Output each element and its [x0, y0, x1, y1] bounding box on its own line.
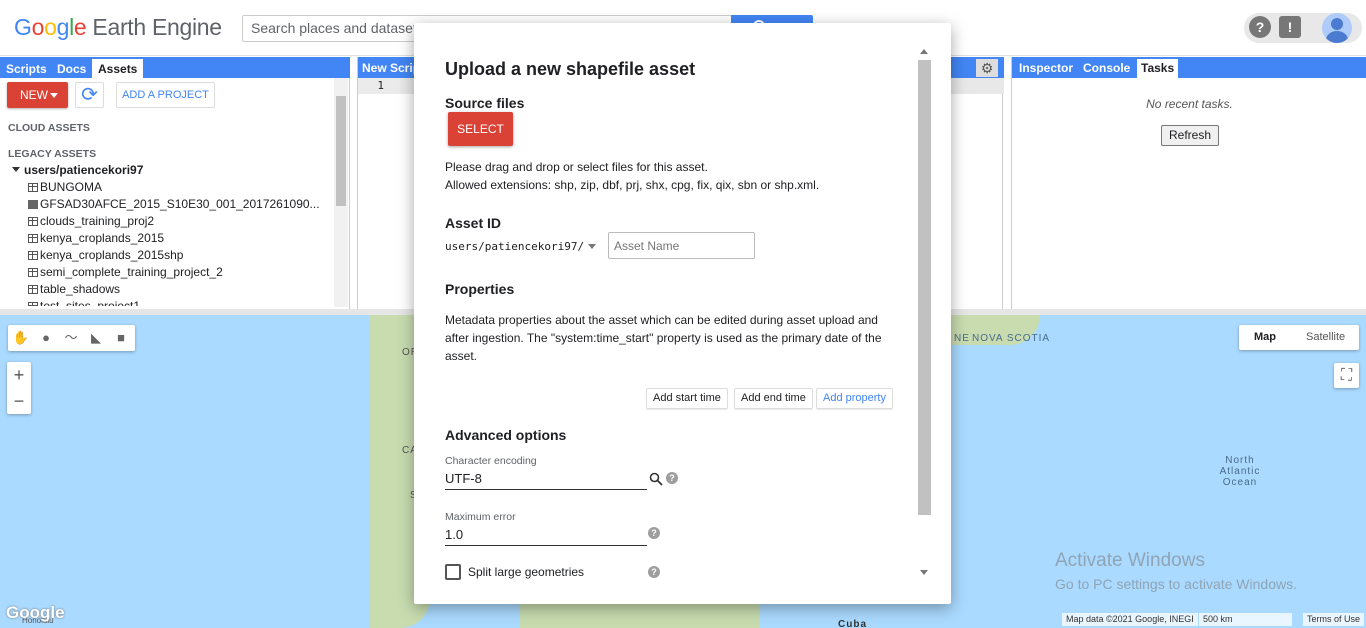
char-encoding-field[interactable]: UTF-8 [445, 471, 647, 490]
line-icon[interactable]: 〜 [62, 329, 80, 347]
allowed-extensions-text: Allowed extensions: shp, zip, dbf, prj, … [445, 178, 820, 192]
upload-shapefile-dialog: Upload a new shapefile asset Source file… [414, 23, 951, 604]
table-icon [28, 268, 38, 277]
avatar[interactable] [1322, 13, 1352, 43]
earth-engine-logo[interactable]: Google Earth Engine [14, 14, 222, 41]
hand-icon[interactable]: ✋ [12, 329, 30, 347]
properties-description: Metadata properties about the asset whic… [445, 313, 882, 363]
map-label-north-atlantic: North Atlantic Ocean [1219, 455, 1261, 488]
tab-assets[interactable]: Assets [92, 59, 144, 78]
table-icon [28, 251, 38, 260]
list-item[interactable]: test_sites_project1 [28, 299, 328, 306]
list-item[interactable]: BUNGOMA [28, 180, 328, 197]
marker-icon[interactable]: ● [37, 329, 55, 347]
asset-list: BUNGOMA GFSAD30AFCE_2015_S10E30_001_2017… [28, 180, 328, 306]
list-item[interactable]: semi_complete_training_project_2 [28, 265, 328, 282]
scroll-up-icon[interactable] [920, 49, 928, 54]
legacy-assets-label: LEGACY ASSETS [8, 148, 97, 160]
tasks-panel: Inspector Console Tasks No recent tasks.… [1011, 57, 1366, 309]
left-tabbar: Scripts Docs Assets [0, 57, 350, 78]
refresh-button[interactable]: ⟳ [75, 82, 104, 108]
table-icon [28, 302, 38, 306]
table-icon [28, 183, 38, 192]
fullscreen-icon[interactable]: ⛶ [1334, 363, 1359, 388]
right-tabbar: Inspector Console Tasks [1012, 57, 1366, 78]
map-data-attribution[interactable]: Map data ©2021 Google, INEGI [1062, 613, 1198, 626]
scrollbar-thumb[interactable] [918, 60, 931, 515]
polygon-icon[interactable]: ◣ [87, 329, 105, 347]
user-root-folder[interactable]: users/patiencekori97 [12, 163, 143, 177]
feedback-icon[interactable]: ! [1279, 16, 1301, 38]
map-label-cuba: Cuba [838, 619, 867, 628]
list-item[interactable]: clouds_training_proj2 [28, 214, 328, 231]
no-tasks-message: No recent tasks. [1146, 97, 1233, 111]
asset-name-input[interactable]: Asset Name [608, 232, 755, 259]
help-icon[interactable]: ? [648, 566, 660, 578]
map-label-nova-scotia: NOVA SCOTIA [972, 333, 1051, 344]
list-item[interactable]: kenya_croplands_2015 [28, 231, 328, 248]
tab-docs[interactable]: Docs [51, 59, 92, 78]
zoom-out-button[interactable]: − [7, 388, 31, 414]
table-icon [28, 217, 38, 226]
assets-panel: Scripts Docs Assets NEW ⟳ ADD A PROJECT … [0, 57, 350, 309]
cloud-assets-label: CLOUD ASSETS [8, 122, 90, 134]
chevron-down-icon [588, 244, 597, 249]
assets-scrollbar[interactable] [334, 78, 348, 307]
map-type-map[interactable]: Map [1254, 331, 1276, 343]
properties-heading: Properties [445, 281, 515, 297]
advanced-options-heading: Advanced options [445, 427, 567, 443]
add-project-button[interactable]: ADD A PROJECT [116, 82, 215, 108]
new-button[interactable]: NEW [7, 82, 68, 108]
split-geometries-label: Split large geometries [468, 565, 585, 579]
map-type-satellite[interactable]: Satellite [1306, 331, 1345, 343]
source-files-heading: Source files [445, 95, 525, 111]
map-type-toggle: Map Satellite [1239, 325, 1359, 350]
add-property-button[interactable]: Add property [816, 388, 893, 409]
caret-down-icon [12, 167, 20, 172]
help-icon[interactable]: ? [666, 472, 678, 484]
char-encoding-label: Character encoding [445, 455, 537, 467]
scrollbar-thumb[interactable] [336, 96, 346, 206]
activate-windows-watermark: Activate Windows Go to PC settings to ac… [1055, 550, 1297, 592]
dialog-title: Upload a new shapefile asset [445, 59, 696, 79]
add-end-time-button[interactable]: Add end time [734, 388, 813, 409]
refresh-icon: ⟳ [81, 84, 98, 106]
max-error-label: Maximum error [445, 511, 516, 523]
list-item[interactable]: kenya_croplands_2015shp [28, 248, 328, 265]
rectangle-icon[interactable]: ■ [112, 329, 130, 347]
list-item[interactable]: table_shadows [28, 282, 328, 299]
table-icon [28, 285, 38, 294]
zoom-in-button[interactable]: + [7, 362, 31, 388]
tab-tasks[interactable]: Tasks [1137, 59, 1179, 78]
asset-id-heading: Asset ID [445, 215, 502, 231]
gear-icon[interactable]: ⚙ [976, 59, 998, 77]
dialog-scrollbar[interactable] [917, 43, 931, 581]
scroll-down-icon[interactable] [920, 570, 928, 575]
split-geometries-checkbox[interactable] [445, 564, 461, 580]
map-scale[interactable]: 500 km [1199, 613, 1292, 626]
help-icon[interactable]: ? [1249, 16, 1271, 38]
line-number: 1 [358, 78, 400, 94]
search-icon[interactable] [649, 472, 663, 486]
list-item[interactable]: GFSAD30AFCE_2015_S10E30_001_2017261090..… [28, 197, 328, 214]
drag-drop-text: Please drag and drop or select files for… [445, 160, 708, 174]
google-watermark: Google [6, 603, 65, 622]
zoom-controls: + − [7, 362, 31, 414]
help-icon[interactable]: ? [648, 527, 660, 539]
select-files-button[interactable]: SELECT [448, 112, 513, 146]
terms-link[interactable]: Terms of Use [1303, 613, 1365, 626]
drawing-toolbar: ✋ ● 〜 ◣ ■ [8, 325, 135, 351]
max-error-field[interactable]: 1.0 [445, 527, 647, 546]
asset-prefix-select[interactable]: users/patiencekori97/ [445, 240, 597, 253]
tab-console[interactable]: Console [1083, 61, 1130, 75]
add-start-time-button[interactable]: Add start time [646, 388, 728, 409]
table-icon [28, 234, 38, 243]
map-label-ne: NE [954, 333, 970, 344]
tab-scripts[interactable]: Scripts [0, 59, 53, 78]
image-icon [28, 200, 38, 209]
tab-inspector[interactable]: Inspector [1019, 61, 1073, 75]
refresh-tasks-button[interactable]: Refresh [1161, 125, 1219, 146]
